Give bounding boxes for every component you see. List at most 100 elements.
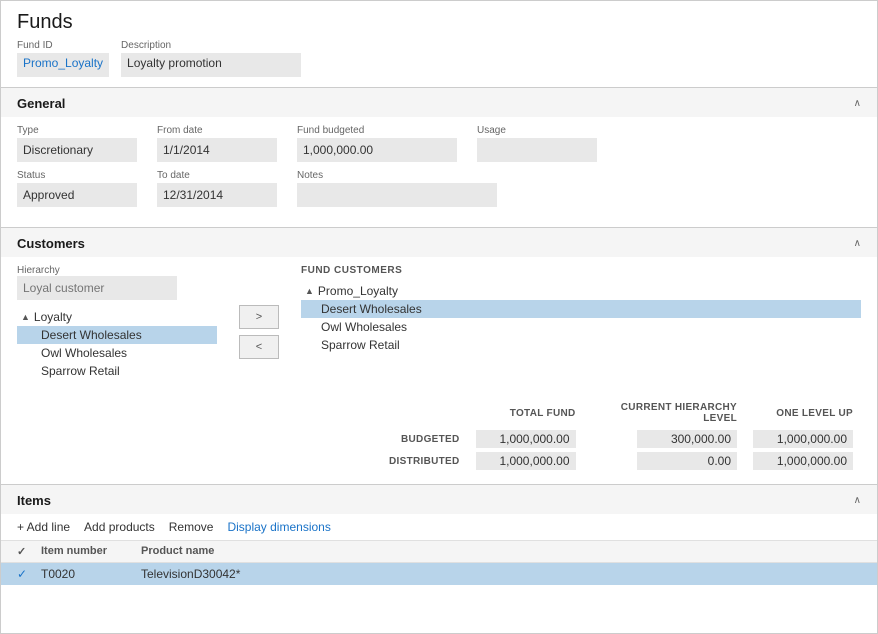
budget-one-level-up-distributed: 1,000,000.00 [745,450,861,472]
page-title: Funds [1,1,877,40]
fund-id-group: Fund ID Promo_Loyalty [17,40,109,77]
budget-section: TOTAL FUND CURRENT HIERARCHY LEVEL ONE L… [1,392,877,484]
arrow-right-btn[interactable]: > [239,305,279,329]
row-item-number: T0020 [41,567,141,581]
general-row-2: Status To date Notes [17,170,861,207]
budget-header-empty [381,400,468,428]
to-date-input[interactable] [157,183,277,207]
status-input[interactable] [17,183,137,207]
fund-customers-label: FUND CUSTOMERS [301,265,861,276]
items-col-product-name: Product name [141,545,341,558]
usage-label: Usage [477,125,597,136]
notes-label: Notes [297,170,497,181]
tree-node-desert[interactable]: Desert Wholesales [17,326,217,344]
fund-tree-owl[interactable]: Owl Wholesales [301,318,861,336]
general-section: General ∧ Type From date Fund budgeted U… [1,87,877,227]
tree-arrow-loyalty: ▲ [21,312,30,322]
usage-field: Usage [477,125,597,162]
type-input[interactable] [17,138,137,162]
budget-total-fund-budgeted: 1,000,000.00 [468,428,584,450]
budget-one-level-up-budgeted: 1,000,000.00 [745,428,861,450]
description-group: Description Loyalty promotion [121,40,301,77]
fund-budgeted-field: Fund budgeted [297,125,457,162]
items-col-check: ✓ [17,545,41,558]
from-date-label: From date [157,125,277,136]
general-section-header: General ∧ [1,88,877,117]
fund-budgeted-input[interactable] [297,138,457,162]
general-section-title: General [17,96,65,111]
items-toolbar: + Add line Add products Remove Display d… [1,514,877,541]
budget-row-distributed: DISTRIBUTED 1,000,000.00 0.00 1,000,000.… [381,450,861,472]
customers-body: Hierarchy ▲ Loyalty Desert Wholesales Ow… [1,257,877,392]
hierarchy-input[interactable] [17,276,177,300]
fund-tree-promo[interactable]: ▲ Promo_Loyalty [301,282,861,300]
budget-table: TOTAL FUND CURRENT HIERARCHY LEVEL ONE L… [381,400,861,472]
fund-header: Fund ID Promo_Loyalty Description Loyalt… [1,40,877,87]
items-section-title: Items [17,493,51,508]
to-date-field: To date [157,170,277,207]
customers-middle: > < [229,265,289,380]
notes-field: Notes [297,170,497,207]
type-label: Type [17,125,137,136]
tree-node-owl[interactable]: Owl Wholesales [17,344,217,362]
fund-id-value[interactable]: Promo_Loyalty [17,53,109,77]
items-col-item-number: Item number [41,545,141,558]
from-date-input[interactable] [157,138,277,162]
budget-row-budgeted: BUDGETED 1,000,000.00 300,000.00 1,000,0… [381,428,861,450]
fund-tree-label-promo: Promo_Loyalty [318,284,398,298]
check-icon: ✓ [17,567,27,581]
remove-button[interactable]: Remove [169,520,214,534]
fund-tree-label-owl: Owl Wholesales [321,320,407,334]
fund-tree-desert[interactable]: Desert Wholesales [301,300,861,318]
usage-input[interactable] [477,138,597,162]
description-value[interactable]: Loyalty promotion [121,53,301,77]
fund-customers-tree: ▲ Promo_Loyalty Desert Wholesales Owl Wh… [301,282,861,354]
fund-tree-label-desert: Desert Wholesales [321,302,422,316]
status-label: Status [17,170,137,181]
fund-tree-sparrow[interactable]: Sparrow Retail [301,336,861,354]
budget-label-budgeted: BUDGETED [381,428,468,450]
fund-tree-label-sparrow: Sparrow Retail [321,338,400,352]
items-section-header: Items ∧ [1,485,877,514]
tree-node-sparrow[interactable]: Sparrow Retail [17,362,217,380]
customers-section: Customers ∧ Hierarchy ▲ Loyalty Desert W… [1,227,877,484]
items-chevron[interactable]: ∧ [854,495,861,506]
fund-budgeted-label: Fund budgeted [297,125,457,136]
tree-label-loyalty: Loyalty [34,310,72,324]
general-row-1: Type From date Fund budgeted Usage [17,125,861,162]
to-date-label: To date [157,170,277,181]
tree-node-loyalty[interactable]: ▲ Loyalty [17,308,217,326]
tree-label-sparrow: Sparrow Retail [41,364,120,378]
general-chevron[interactable]: ∧ [854,98,861,109]
fund-tree-arrow-promo: ▲ [305,286,314,296]
budget-label-distributed: DISTRIBUTED [381,450,468,472]
customers-section-title: Customers [17,236,85,251]
budget-header-current-hierarchy: CURRENT HIERARCHY LEVEL [584,400,745,428]
tree-label-owl: Owl Wholesales [41,346,127,360]
customers-chevron[interactable]: ∧ [854,238,861,249]
items-section: Items ∧ + Add line Add products Remove D… [1,484,877,585]
arrow-left-btn[interactable]: < [239,335,279,359]
display-dimensions-button[interactable]: Display dimensions [227,520,330,534]
fund-id-label: Fund ID [17,40,109,51]
general-section-body: Type From date Fund budgeted Usage [1,117,877,227]
customers-section-header: Customers ∧ [1,228,877,257]
add-products-button[interactable]: Add products [84,520,155,534]
notes-input[interactable] [297,183,497,207]
budget-header-one-level-up: ONE LEVEL UP [745,400,861,428]
type-field: Type [17,125,137,162]
row-product-name: TelevisionD30042* [141,567,341,581]
budget-total-fund-distributed: 1,000,000.00 [468,450,584,472]
customers-right: FUND CUSTOMERS ▲ Promo_Loyalty Desert Wh… [301,265,861,380]
items-table-body: ✓ T0020 TelevisionD30042* [1,563,877,585]
hierarchy-label: Hierarchy [17,265,217,276]
left-tree: ▲ Loyalty Desert Wholesales Owl Wholesal… [17,308,217,380]
items-table-header: ✓ Item number Product name [1,541,877,563]
add-line-button[interactable]: + Add line [17,520,70,534]
customers-left: Hierarchy ▲ Loyalty Desert Wholesales Ow… [17,265,217,380]
budget-current-hierarchy-distributed: 0.00 [584,450,745,472]
status-field: Status [17,170,137,207]
tree-label-desert: Desert Wholesales [41,328,142,342]
description-label: Description [121,40,301,51]
table-row[interactable]: ✓ T0020 TelevisionD30042* [1,563,877,585]
